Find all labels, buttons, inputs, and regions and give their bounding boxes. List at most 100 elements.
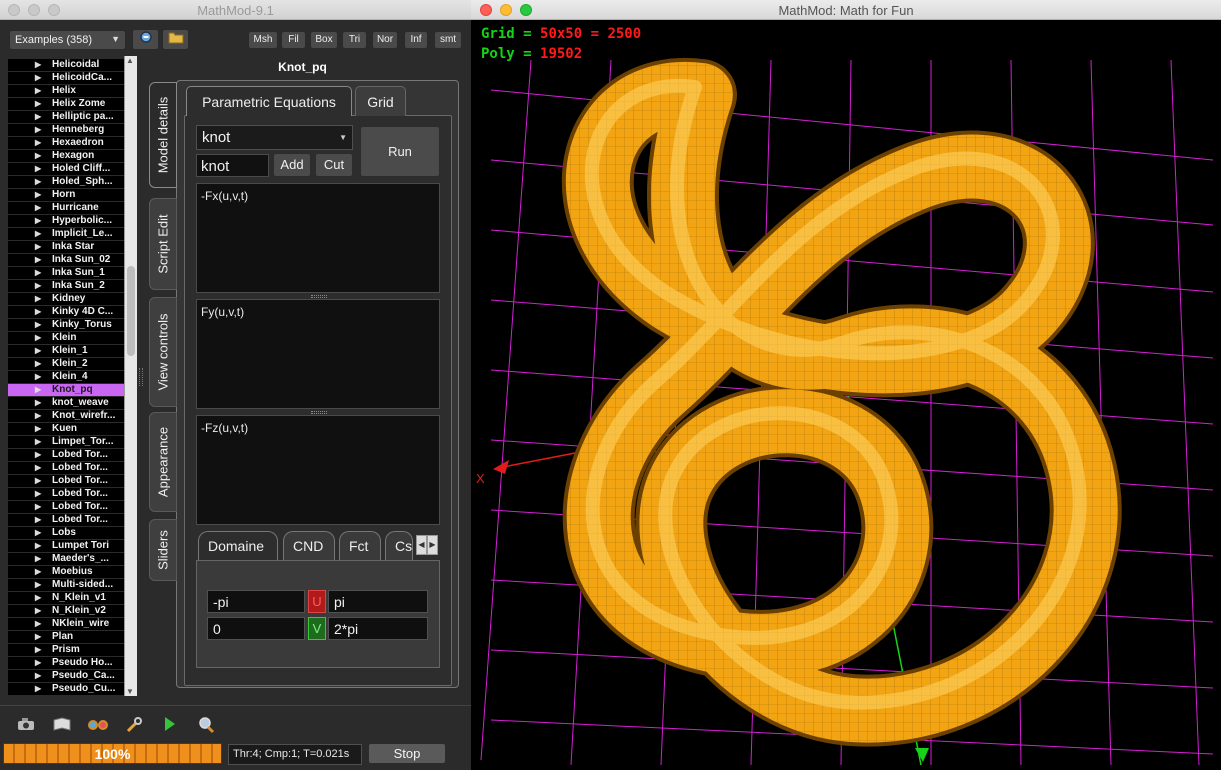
tri-button[interactable]: Tri: [342, 31, 367, 49]
list-item[interactable]: Kinky_Torus: [8, 319, 125, 331]
scroll-up-icon[interactable]: ▲: [126, 56, 134, 65]
box-button[interactable]: Box: [310, 31, 338, 49]
list-item[interactable]: Klein_4: [8, 371, 125, 383]
list-item[interactable]: Knot_wirefr...: [8, 410, 125, 422]
list-item[interactable]: Hexagon: [8, 150, 125, 162]
list-item[interactable]: Inka Star: [8, 241, 125, 253]
msh-button[interactable]: Msh: [248, 31, 278, 49]
list-item[interactable]: Kuen: [8, 423, 125, 435]
list-item[interactable]: Lobs: [8, 527, 125, 539]
cut-button[interactable]: Cut: [315, 153, 353, 177]
smt-button[interactable]: smt: [434, 31, 462, 49]
list-item[interactable]: Knot_pq: [8, 384, 125, 396]
list-item[interactable]: Helliptic pa...: [8, 111, 125, 123]
list-item[interactable]: Lobed Tor...: [8, 501, 125, 513]
open-file-button[interactable]: [162, 29, 189, 50]
list-item[interactable]: Helix Zome: [8, 98, 125, 110]
list-item[interactable]: Inka Sun_2: [8, 280, 125, 292]
nor-button[interactable]: Nor: [372, 31, 398, 49]
list-item[interactable]: Pseudo_Cu...: [8, 683, 125, 695]
tab-sliders[interactable]: Sliders: [149, 519, 177, 581]
scroll-down-icon[interactable]: ▼: [126, 687, 134, 696]
list-item[interactable]: NKlein_wire: [8, 618, 125, 630]
tab-domaine[interactable]: Domaine: [198, 531, 278, 560]
fy-equation-field[interactable]: Fy(u,v,t): [196, 299, 440, 409]
scroll-thumb[interactable]: [127, 266, 135, 356]
tab-cnd[interactable]: CND: [283, 531, 335, 560]
list-item[interactable]: Inka Sun_02: [8, 254, 125, 266]
list-item[interactable]: Lumpet Tori: [8, 540, 125, 552]
fx-equation-field[interactable]: -Fx(u,v,t): [196, 183, 440, 293]
tab-script-edit[interactable]: Script Edit: [149, 198, 177, 290]
search-button[interactable]: [132, 29, 159, 50]
component-combo[interactable]: knot ▼: [196, 125, 353, 150]
stop-button[interactable]: Stop: [368, 743, 446, 764]
list-item[interactable]: N_Klein_v1: [8, 592, 125, 604]
list-item[interactable]: Holed Cliff...: [8, 163, 125, 175]
fz-equation-field[interactable]: -Fz(u,v,t): [196, 415, 440, 525]
3d-viewport[interactable]: X Z: [471, 20, 1221, 770]
list-item[interactable]: N_Klein_v2: [8, 605, 125, 617]
inf-button[interactable]: Inf: [404, 31, 428, 49]
list-item[interactable]: Kinky 4D C...: [8, 306, 125, 318]
list-item[interactable]: Hurricane: [8, 202, 125, 214]
list-item[interactable]: Hexaedron: [8, 137, 125, 149]
glasses-icon[interactable]: [87, 716, 109, 736]
model-list[interactable]: HelicoidalHelicoidCa...HelixHelix ZomeHe…: [8, 56, 138, 696]
list-item[interactable]: Maeder's_...: [8, 553, 125, 565]
list-item[interactable]: Implicit_Le...: [8, 228, 125, 240]
list-item[interactable]: Inka Sun_1: [8, 267, 125, 279]
list-item[interactable]: Klein_1: [8, 345, 125, 357]
list-item[interactable]: HelicoidCa...: [8, 72, 125, 84]
list-item[interactable]: Lobed Tor...: [8, 462, 125, 474]
list-item[interactable]: Pseudo_Ca...: [8, 670, 125, 682]
tab-fct[interactable]: Fct: [339, 531, 381, 560]
list-item[interactable]: Horn: [8, 189, 125, 201]
list-item[interactable]: Klein: [8, 332, 125, 344]
list-item[interactable]: Prism: [8, 644, 125, 656]
panel-splitter[interactable]: [139, 368, 143, 386]
list-item[interactable]: Plan: [8, 631, 125, 643]
list-item[interactable]: Hyperbolic...: [8, 215, 125, 227]
tab-view-controls[interactable]: View controls: [149, 297, 177, 407]
list-item[interactable]: Pseudo Ho...: [8, 657, 125, 669]
magnifier-icon[interactable]: [195, 716, 217, 736]
wrench-icon[interactable]: [123, 716, 145, 736]
fil-button[interactable]: Fil: [281, 31, 306, 49]
v-max-field[interactable]: 2*pi: [328, 617, 428, 640]
list-item[interactable]: Lobed Tor...: [8, 514, 125, 526]
u-min-field[interactable]: -pi: [207, 590, 305, 613]
u-max-field[interactable]: pi: [328, 590, 428, 613]
model-list-scrollbar[interactable]: ▲ ▼: [124, 56, 137, 696]
play-icon[interactable]: [159, 716, 181, 736]
resize-grip[interactable]: [311, 411, 327, 414]
list-item[interactable]: knot_weave: [8, 397, 125, 409]
tab-cs[interactable]: Cs: [385, 531, 413, 560]
list-item[interactable]: Holed_Sph...: [8, 176, 125, 188]
examples-combo[interactable]: Examples (358) ▼: [9, 30, 126, 50]
list-item[interactable]: Helix: [8, 85, 125, 97]
tab-model-details[interactable]: Model details: [149, 82, 177, 188]
tab-grid[interactable]: Grid: [355, 86, 406, 116]
list-item[interactable]: Henneberg: [8, 124, 125, 136]
run-button[interactable]: Run: [360, 126, 440, 177]
camera-icon[interactable]: [15, 716, 37, 736]
add-button[interactable]: Add: [273, 153, 311, 177]
list-item[interactable]: Lobed Tor...: [8, 449, 125, 461]
list-item[interactable]: Kidney: [8, 293, 125, 305]
list-item[interactable]: Helicoidal: [8, 59, 125, 71]
tab-scroll-left-icon[interactable]: ◀: [416, 535, 427, 555]
book-icon[interactable]: [51, 716, 73, 736]
v-min-field[interactable]: 0: [207, 617, 305, 640]
list-item[interactable]: Klein_2: [8, 358, 125, 370]
component-name-input[interactable]: knot: [196, 154, 269, 177]
list-item[interactable]: Multi-sided...: [8, 579, 125, 591]
list-item[interactable]: Lobed Tor...: [8, 475, 125, 487]
list-item[interactable]: Moebius: [8, 566, 125, 578]
list-item[interactable]: Limpet_Tor...: [8, 436, 125, 448]
list-item[interactable]: Lobed Tor...: [8, 488, 125, 500]
tab-appearance[interactable]: Appearance: [149, 412, 177, 512]
tab-parametric-equations[interactable]: Parametric Equations: [186, 86, 352, 116]
tab-scroll-right-icon[interactable]: ▶: [427, 535, 438, 555]
resize-grip[interactable]: [311, 295, 327, 298]
